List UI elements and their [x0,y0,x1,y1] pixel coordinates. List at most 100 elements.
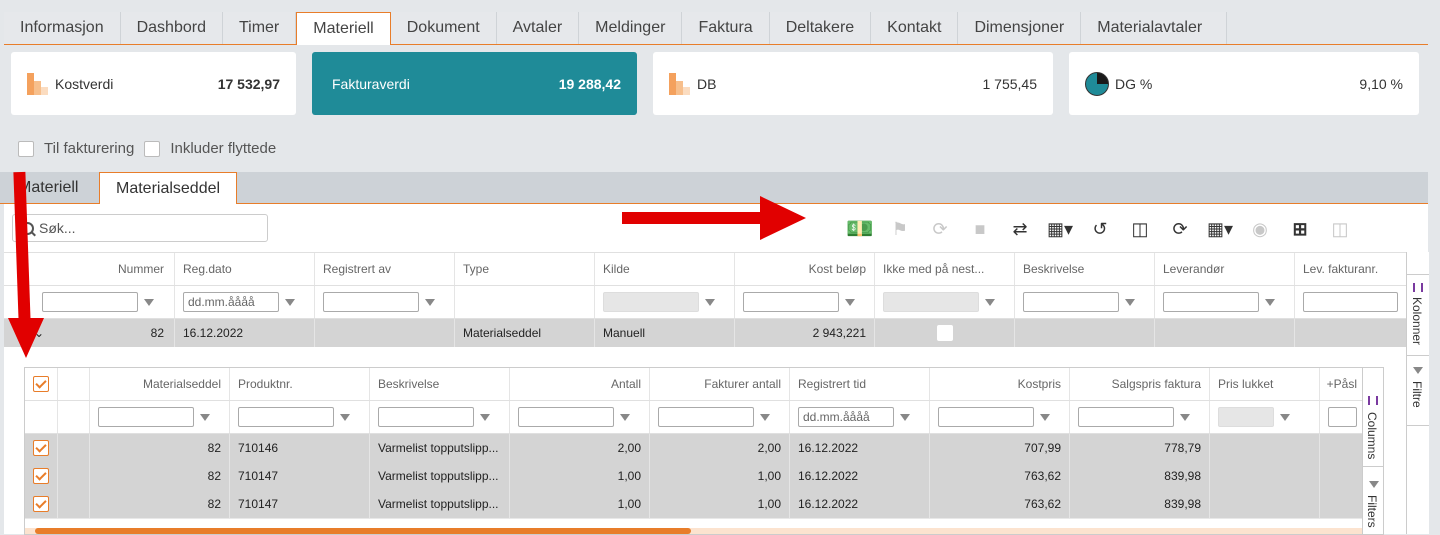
horizontal-scrollbar[interactable] [25,528,1365,534]
trash-icon[interactable]: ◫ [1326,219,1354,240]
col-header-salgspris[interactable]: Salgspris faktura [1069,368,1209,400]
table-row[interactable]: 82 710146 Varmelist topputslipp... 2,00 2,00… [25,434,1365,463]
calculator-icon[interactable]: ▦▾ [1046,219,1074,240]
eye-icon[interactable]: ◉ [1246,219,1274,240]
filter-materialseddel-input[interactable] [98,407,194,427]
add-icon[interactable]: ⊞ [1286,219,1314,240]
subtab-materiell[interactable]: Materiell [18,172,78,204]
filter-icon[interactable] [200,413,210,421]
filter-icon[interactable] [900,413,910,421]
tab-dashbord[interactable]: Dashbord [120,12,223,44]
filters-panel-toggle[interactable]: Filters [1363,467,1383,534]
lock-icon[interactable]: ■ [966,219,994,240]
col-header-paslag[interactable]: +Påsl [1319,368,1365,400]
table-row[interactable]: 82 710147 Varmelist topputslipp... 1,00 1,00… [25,462,1365,491]
tab-dokument[interactable]: Dokument [390,12,497,44]
filter-icon[interactable] [1265,298,1275,306]
col-header-beskrivelse[interactable]: Beskrivelse [1014,253,1154,285]
filter-registrert-av-input[interactable] [323,292,419,312]
kolonner-panel-toggle[interactable]: Kolonner [1407,274,1429,356]
row-checkbox[interactable] [33,440,49,456]
til-fakturering-checkbox[interactable] [18,140,34,157]
col-header-beskrivelse[interactable]: Beskrivelse [369,368,509,400]
history-icon[interactable]: ↺ [1086,219,1114,240]
search-input[interactable]: Søk... [12,214,268,242]
filter-kost-input[interactable] [743,292,839,312]
col-header-kostpris[interactable]: Kostpris [929,368,1069,400]
filter-lev-fakturanr-input[interactable] [1303,292,1398,312]
filter-icon[interactable] [480,413,490,421]
col-header-pris-lukket[interactable]: Pris lukket [1209,368,1319,400]
subtab-materialseddel[interactable]: Materialseddel [99,172,238,204]
tab-dimensjoner[interactable]: Dimensjoner [958,12,1082,44]
col-header-type[interactable]: Type [454,253,594,285]
kpi-card-dg[interactable]: DG % 9,10 % [1069,52,1419,115]
col-header-registrert-tid[interactable]: Registrert tid [789,368,929,400]
filter-regdato-input[interactable]: dd.mm.åååå [183,292,279,312]
filter-icon[interactable] [144,298,154,306]
transfer-icon[interactable]: ⇄ [1006,219,1034,240]
col-header-nummer[interactable]: Nummer [34,253,172,285]
filter-fakturer-antall-input[interactable] [658,407,754,427]
filter-icon[interactable] [620,413,630,421]
filter-beskrivelse-input[interactable] [1023,292,1119,312]
select-all-checkbox[interactable] [33,376,49,392]
col-header-regdato[interactable]: Reg.dato [174,253,314,285]
bell-icon[interactable]: ⚑ [886,219,914,240]
kpi-card-fakturaverdi[interactable]: Fakturaverdi 19 288,42 [312,52,637,115]
filter-icon[interactable] [1040,413,1050,421]
tab-faktura[interactable]: Faktura [682,12,770,44]
col-header-kilde[interactable]: Kilde [594,253,734,285]
tab-meldinger[interactable]: Meldinger [579,12,683,44]
row-checkbox[interactable] [33,496,49,512]
filter-icon[interactable] [1180,413,1190,421]
col-header-fakturer-antall[interactable]: Fakturer antall [649,368,789,400]
tab-deltakere[interactable]: Deltakere [769,12,872,44]
columns-icon[interactable]: ◫ [1126,219,1154,240]
filter-icon[interactable] [1280,413,1290,421]
col-header-produktnr[interactable]: Produktnr. [229,368,369,400]
split-icon[interactable]: ⟳ [926,219,954,240]
ikke-med-checkbox[interactable] [936,325,953,341]
filter-paslag-input[interactable] [1328,407,1357,427]
filter-icon[interactable] [340,413,350,421]
tab-timer[interactable]: Timer [222,12,297,44]
filter-icon[interactable] [985,298,995,306]
col-header-kost-belop[interactable]: Kost beløp [734,253,874,285]
filter-antall-input[interactable] [518,407,614,427]
columns-panel-toggle[interactable]: Columns [1363,368,1383,467]
filter-produktnr-input[interactable] [238,407,334,427]
col-header-leverandor[interactable]: Leverandør [1154,253,1294,285]
col-header-lev-fakturanr[interactable]: Lev. fakturanr. [1294,253,1406,285]
filter-nummer-input[interactable] [42,292,138,312]
filter-icon[interactable] [705,298,715,306]
outer-table-row[interactable]: ⌄ 82 16.12.2022 Materialseddel Manuell 2… [4,319,1406,347]
filter-icon[interactable] [845,298,855,306]
tab-informasjon[interactable]: Informasjon [4,12,121,44]
excel-export-icon[interactable]: ▦▾ [1206,219,1234,240]
refresh-icon[interactable]: ⟳ [1166,219,1194,240]
filter-beskrivelse-input[interactable] [378,407,474,427]
filter-salgspris-input[interactable] [1078,407,1174,427]
col-header-antall[interactable]: Antall [509,368,649,400]
col-header-materialseddel[interactable]: Materialseddel [89,368,229,400]
filter-icon[interactable] [760,413,770,421]
filter-icon[interactable] [425,298,435,306]
tab-materialavtaler[interactable]: Materialavtaler [1081,12,1228,44]
filter-leverandor-input[interactable] [1163,292,1259,312]
row-checkbox[interactable] [33,468,49,484]
table-row[interactable]: 82 710147 Varmelist topputslipp... 1,00 1,00… [25,490,1365,519]
filtre-panel-toggle[interactable]: Filtre [1407,355,1429,426]
col-header-registrert-av[interactable]: Registrert av [314,253,454,285]
kpi-card-db[interactable]: DB 1 755,45 [653,52,1053,115]
filter-icon[interactable] [1125,298,1135,306]
filter-kostpris-input[interactable] [938,407,1034,427]
tab-materiell[interactable]: Materiell [296,12,391,45]
filter-icon[interactable] [285,298,295,306]
tab-avtaler[interactable]: Avtaler [496,12,580,44]
invoice-money-icon[interactable]: 💵 [846,216,874,242]
col-header-ikke-med[interactable]: Ikke med på nest... [874,253,1014,285]
tab-kontakt[interactable]: Kontakt [871,12,959,44]
inkluder-flyttede-checkbox[interactable] [144,140,161,157]
scrollbar-thumb[interactable] [35,528,691,534]
